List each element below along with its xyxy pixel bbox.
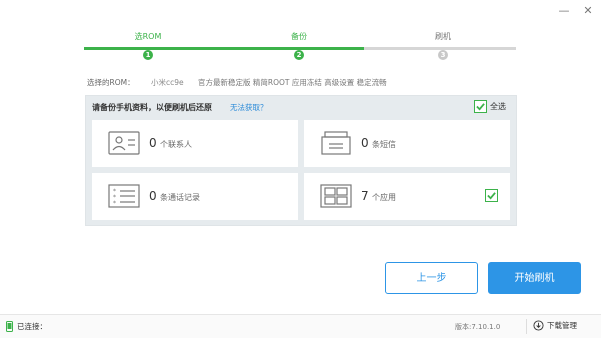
select-all-checkbox[interactable] [474, 100, 487, 113]
sms-envelope-icon [320, 131, 352, 159]
start-flash-button[interactable]: 开始刷机 [488, 262, 581, 294]
call-log-label: 条通话记录 [160, 193, 200, 202]
call-log-list-icon: * * * [108, 184, 140, 212]
step-select-rom: 选ROM 1 [118, 31, 178, 61]
step-number: 3 [438, 50, 448, 60]
checkmark-icon [487, 192, 496, 200]
backup-item-contacts[interactable]: 0 个联系人 [92, 120, 298, 167]
help-link[interactable]: 无法获取？ [230, 102, 268, 113]
selected-rom-info: 选择的ROM： 小米cc9e 官方最新稳定版 精简ROOT 应用冻结 高级设置 … [87, 77, 387, 88]
step-backup: 备份 2 [269, 31, 329, 61]
call-log-count: 0 [149, 189, 157, 203]
backup-title: 请备份手机资料，以便刷机后还原 [92, 103, 212, 112]
contacts-label: 个联系人 [160, 140, 192, 149]
download-manager-button[interactable]: 下载管理 [533, 320, 577, 331]
select-all-label: 全选 [490, 102, 506, 111]
progress-stepper: 选ROM 1 备份 2 刷机 3 [84, 31, 516, 60]
download-manager-label: 下载管理 [547, 321, 577, 330]
step-number: 1 [143, 50, 153, 60]
backup-item-sms[interactable]: 0 条短信 [304, 120, 510, 167]
step-label: 刷机 [435, 32, 451, 41]
checkmark-icon [476, 103, 485, 111]
step-flash: 刷机 3 [413, 31, 473, 61]
minimize-icon[interactable]: — [557, 4, 571, 18]
apps-grid-icon [320, 184, 352, 212]
backup-panel: 请备份手机资料，以便刷机后还原 无法获取？ 全选 0 个联系人 0 条短信 * … [85, 95, 517, 226]
status-bar: 已连接： 版本:7.10.1.0 下载管理 [0, 314, 601, 338]
step-label: 备份 [291, 32, 307, 41]
apps-label: 个应用 [372, 193, 396, 202]
rom-name: 小米cc9e [150, 78, 184, 87]
connection-status: 已连接： [6, 321, 47, 332]
step-number: 2 [294, 50, 304, 60]
apps-checkbox[interactable] [485, 189, 498, 202]
svg-text:*: * [113, 200, 116, 207]
contacts-card-icon [108, 131, 140, 159]
backup-panel-header: 请备份手机资料，以便刷机后还原 无法获取？ 全选 [86, 96, 516, 118]
step-label: 选ROM [134, 32, 162, 41]
close-icon[interactable]: ✕ [581, 4, 595, 18]
backup-item-apps[interactable]: 7 个应用 [304, 173, 510, 220]
sms-label: 条短信 [372, 140, 396, 149]
connection-label: 已连接： [17, 322, 47, 331]
contacts-count: 0 [149, 136, 157, 150]
download-icon [533, 320, 544, 331]
version-text: 版本:7.10.1.0 [455, 323, 501, 331]
rom-label: 选择的ROM： [87, 78, 135, 87]
status-divider [526, 319, 527, 334]
previous-step-button[interactable]: 上一步 [385, 262, 478, 294]
window-controls: — ✕ [557, 4, 595, 18]
sms-count: 0 [361, 136, 369, 150]
select-all-toggle[interactable]: 全选 [474, 100, 506, 113]
backup-item-call-log[interactable]: * * * 0 条通话记录 [92, 173, 298, 220]
apps-count: 7 [361, 189, 369, 203]
rom-description: 官方最新稳定版 精简ROOT 应用冻结 高级设置 稳定流畅 [198, 78, 387, 87]
phone-icon [6, 321, 13, 332]
